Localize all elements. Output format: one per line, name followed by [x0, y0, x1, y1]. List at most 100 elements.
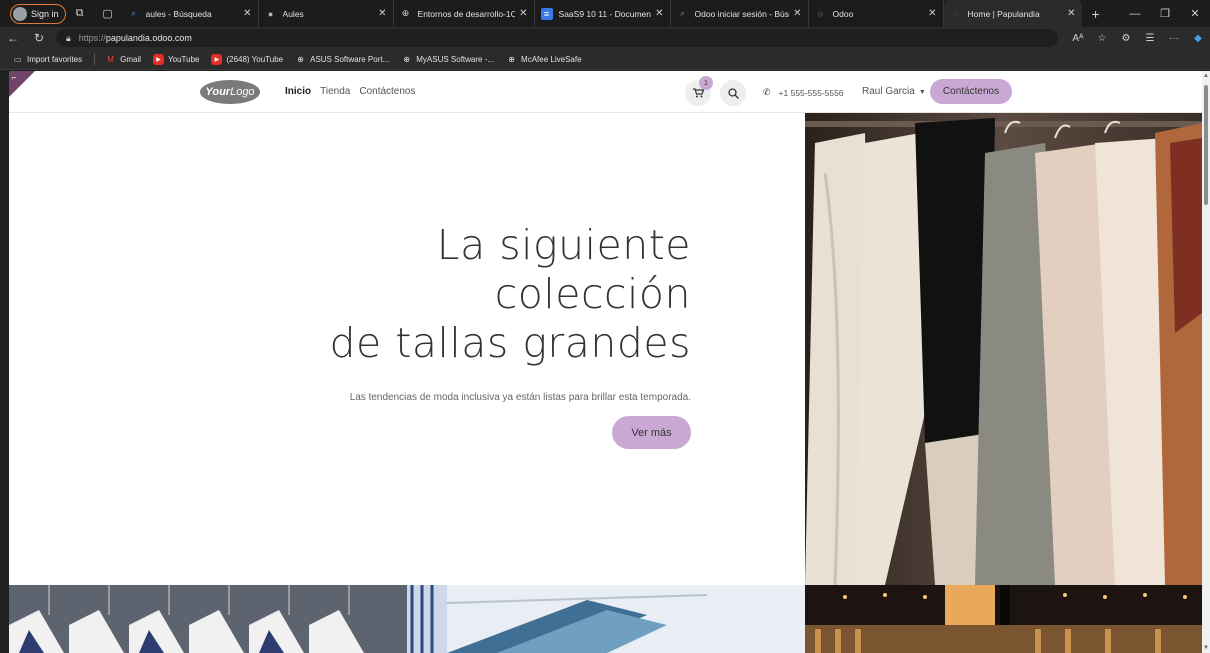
close-icon[interactable]: ✕: [519, 8, 527, 19]
scroll-up-icon[interactable]: ▲: [1203, 73, 1209, 79]
edit-corner-icon: ⌐: [12, 73, 17, 82]
bookmark-mcafee[interactable]: ⊕ McAfee LiveSafe: [506, 54, 581, 65]
tab-strip: Sign in ⧉ ▢ ⌕ aules - Búsqueda ✕ ● Aules…: [0, 0, 1210, 27]
bookmark-youtube-2648[interactable]: ▶ (2648) YouTube: [211, 53, 284, 65]
menu-item-inicio[interactable]: Inicio: [285, 86, 311, 97]
bookmark-label: McAfee LiveSafe: [521, 54, 582, 64]
refresh-icon[interactable]: ↻: [26, 31, 52, 45]
cart-icon: [692, 88, 704, 98]
category-strip: [9, 585, 1202, 653]
workspaces-icon[interactable]: ⧉: [66, 4, 94, 24]
clothes-rack-image: [805, 113, 1202, 585]
bookmark-label: Gmail: [120, 54, 142, 64]
bookmarks-bar: ▭ Import favorites M Gmail ▶ YouTube ▶ (…: [0, 49, 1210, 70]
phone-icon: ✆: [763, 87, 771, 97]
caret-down-icon: ▼: [918, 89, 926, 96]
back-icon[interactable]: ←: [0, 31, 26, 45]
favorite-star-icon[interactable]: ☆: [1090, 33, 1114, 44]
tab-title: Entornos de desarrollo-1CFS: [417, 8, 516, 19]
tab-title: Odoo iniciar sesión - Búsque: [694, 8, 790, 19]
bookmark-youtube[interactable]: ▶ YouTube: [153, 53, 200, 65]
close-icon[interactable]: ✕: [793, 8, 801, 19]
scrollbar-thumb[interactable]: [1204, 85, 1208, 205]
menu-item-contactenos[interactable]: Contáctenos: [359, 86, 415, 97]
close-icon[interactable]: ✕: [928, 8, 936, 19]
shirts-illustration: [9, 585, 407, 653]
phone-link[interactable]: ✆ +1 555-555-5556: [763, 87, 844, 98]
bookmark-label: ASUS Software Port...: [310, 54, 390, 64]
bookmark-myasus[interactable]: ⊕ MyASUS Software -...: [401, 54, 494, 65]
bookmark-asus-software[interactable]: ⊕ ASUS Software Port...: [295, 54, 389, 65]
logo-text-bold: Your: [205, 86, 231, 98]
globe-icon: ⊕: [403, 54, 411, 64]
search-button[interactable]: [720, 80, 746, 106]
tab-entornos[interactable]: ⊕ Entornos de desarrollo-1CFS ✕: [394, 0, 535, 27]
hero-subtitle: Las tendencias de moda inclusiva ya está…: [349, 392, 691, 403]
tab-saas[interactable]: ≡ SaaS9 10 11 - Documentos d ✕: [535, 0, 671, 27]
store-image[interactable]: [805, 585, 1202, 653]
tab-aules-busqueda[interactable]: ⌕ aules - Búsqueda ✕: [122, 0, 259, 27]
scroll-down-icon[interactable]: ▼: [1203, 645, 1209, 651]
tab-odoo-busqueda[interactable]: ⌕ Odoo iniciar sesión - Búsque ✕: [671, 0, 809, 27]
user-name: Raul Garcia: [862, 86, 915, 97]
tab-title: aules - Búsqueda: [145, 8, 212, 19]
hero-title-line: de tallas grandes: [329, 319, 691, 367]
favorites-icon[interactable]: ☰: [1138, 33, 1162, 44]
window-controls: — ❐ ✕: [1120, 0, 1210, 27]
read-aloud-icon[interactable]: Aᴬ: [1066, 33, 1090, 44]
tab-odoo[interactable]: ○ Odoo ✕: [809, 0, 944, 27]
hero-image: [805, 113, 1202, 585]
close-icon[interactable]: ✕: [378, 8, 386, 19]
search-icon: ⌕: [131, 8, 137, 18]
bookmark-label: MyASUS Software -...: [416, 54, 495, 64]
profile-label: Sign in: [31, 8, 59, 19]
hangers-image[interactable]: [407, 585, 805, 653]
phone-number: +1 555-555-5556: [778, 87, 844, 98]
user-menu[interactable]: Raul Garcia ▼: [862, 86, 926, 97]
hero-title: La siguiente colección de tallas grandes: [330, 221, 691, 368]
menu-item-tienda[interactable]: Tienda: [320, 86, 350, 97]
address-bar-row: ← ↻ 🔒︎ https:// papulandia.odoo.com Aᴬ ☆…: [0, 27, 1210, 49]
odoo-icon: ○: [817, 8, 824, 19]
see-more-button[interactable]: Ver más: [612, 416, 691, 449]
bookmark-label: (2648) YouTube: [226, 54, 284, 64]
tab-actions-icon[interactable]: ▢: [94, 4, 122, 24]
minimize-icon[interactable]: —: [1120, 8, 1150, 20]
more-icon[interactable]: ···: [1162, 33, 1186, 44]
hangers-illustration: [407, 585, 805, 653]
globe-icon: ⊕: [508, 54, 515, 64]
divider: [94, 53, 96, 65]
page-scrollbar[interactable]: ▲ ▼: [1202, 71, 1210, 653]
hero-title-line: colección: [494, 270, 691, 318]
close-icon[interactable]: ✕: [655, 8, 663, 19]
copilot-icon[interactable]: ◆: [1186, 33, 1210, 44]
avatar: [13, 6, 27, 21]
lock-icon: 🔒︎: [66, 32, 71, 43]
folder-icon: ▭: [13, 54, 22, 64]
new-tab-button[interactable]: +: [1082, 6, 1110, 22]
url-input[interactable]: 🔒︎ https:// papulandia.odoo.com: [56, 29, 1058, 47]
contact-button[interactable]: Contáctenos: [930, 79, 1012, 104]
site-logo[interactable]: Your Logo: [200, 80, 260, 104]
globe-icon: ⊕: [401, 8, 410, 18]
search-icon: [727, 87, 739, 99]
close-icon[interactable]: ✕: [243, 8, 251, 19]
close-window-icon[interactable]: ✕: [1180, 7, 1210, 20]
close-icon[interactable]: ✕: [1067, 8, 1075, 19]
extensions-icon[interactable]: ⚙: [1114, 33, 1138, 44]
restore-icon[interactable]: ❐: [1150, 7, 1180, 20]
site-header: Your Logo Inicio Tienda Contáctenos 1 ✆ +…: [9, 71, 1202, 113]
shirts-image[interactable]: [9, 585, 407, 653]
profile-button[interactable]: Sign in: [10, 3, 66, 24]
bookmark-gmail[interactable]: M Gmail: [105, 54, 141, 65]
main-menu: Inicio Tienda Contáctenos: [285, 86, 425, 97]
page-viewport: Your Logo Inicio Tienda Contáctenos 1 ✆ +…: [9, 71, 1202, 653]
tab-home-papulandia[interactable]: ○ Home | Papulandia ✕: [943, 0, 1082, 27]
tab-title: Aules: [282, 8, 304, 19]
store-illustration: [805, 585, 1202, 653]
docs-icon: ≡: [540, 7, 553, 20]
bookmark-label: YouTube: [168, 54, 200, 64]
tab-aules[interactable]: ● Aules ✕: [259, 0, 394, 27]
bookmark-import-favorites[interactable]: ▭ Import favorites: [12, 54, 82, 65]
search-icon: ⌕: [680, 8, 686, 18]
